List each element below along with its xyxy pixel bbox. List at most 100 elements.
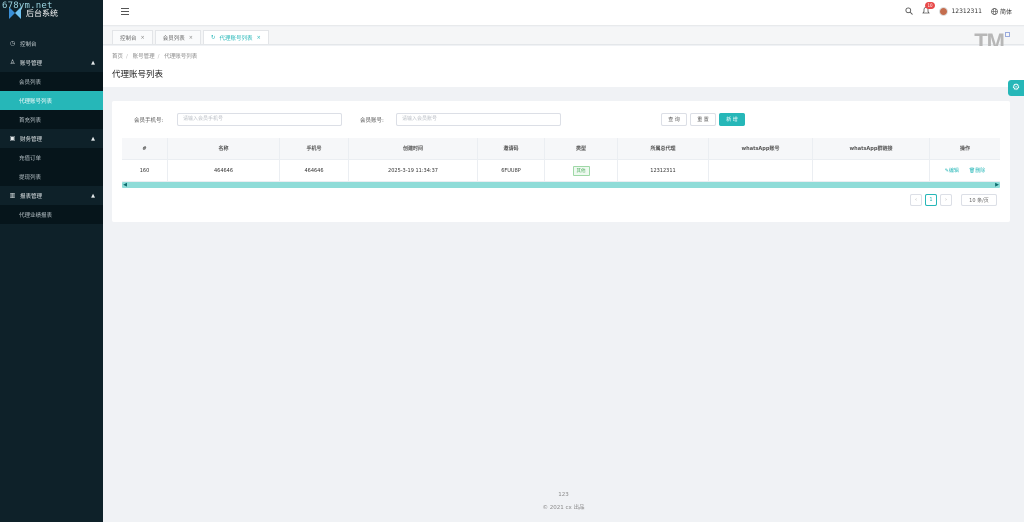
notification-bell[interactable]: 10 xyxy=(922,2,935,16)
gear-icon: ⚙ xyxy=(1011,83,1021,93)
chart-icon: ▥ xyxy=(9,192,16,199)
pagination: ‹ 1 › 10 条/页 xyxy=(910,194,997,206)
user-icon: ♙ xyxy=(9,59,16,66)
language-switch[interactable]: 简体 xyxy=(991,7,1012,16)
chevron-left-icon: ‹ xyxy=(915,197,917,203)
avatar xyxy=(939,6,949,16)
username: 12312311 xyxy=(951,7,982,15)
column-header[interactable]: # xyxy=(122,138,168,159)
add-button[interactable]: 新 增 xyxy=(719,113,745,126)
close-icon[interactable]: × xyxy=(189,35,193,41)
tabs-bar: 控制台 × 会员列表 × ↻ 代理账号列表 × xyxy=(103,27,1024,45)
sidebar-item-first-recharge[interactable]: 首充列表 xyxy=(0,110,103,129)
edit-button[interactable]: ✎编辑 xyxy=(945,167,959,174)
account-label: 会员账号: xyxy=(360,118,384,124)
search-icon[interactable] xyxy=(905,7,914,15)
column-header[interactable]: 所属总代理 xyxy=(618,138,709,159)
search-form: 会员手机号: 请输入会员手机号 会员账号: 请输入会员账号 查 询 重 置 新 … xyxy=(112,113,1010,127)
column-header[interactable]: 名称 xyxy=(168,138,280,159)
close-icon[interactable]: × xyxy=(257,35,261,41)
query-button[interactable]: 查 询 xyxy=(661,113,687,126)
globe-icon xyxy=(991,7,998,15)
column-header[interactable]: 创建时间 xyxy=(349,138,478,159)
cell-type: 其他 xyxy=(545,160,618,181)
sidebar-item-label: 代理账号列表 xyxy=(19,98,53,105)
tab-label: 代理账号列表 xyxy=(219,35,253,42)
tab-members[interactable]: 会员列表 × xyxy=(154,30,201,44)
column-header[interactable]: 类型 xyxy=(545,138,618,159)
tab-label: 控制台 xyxy=(120,35,137,42)
phone-label: 会员手机号: xyxy=(134,118,164,124)
scroll-right-icon[interactable]: ▶ xyxy=(994,182,1000,188)
tab-label: 会员列表 xyxy=(162,35,185,42)
sidebar-menu: ◷ 控制台 ♙ 账号管理 ▲ 会员列表 代理账号列表 首充列表 ▣ 财务管理 ▲… xyxy=(0,34,103,224)
sidebar-item-agent-accounts[interactable]: 代理账号列表 xyxy=(0,91,103,110)
cell-created: 2025-3-19 11:34:37 xyxy=(349,160,478,181)
breadcrumb-item[interactable]: 账号管理 xyxy=(133,54,155,60)
sidebar: 后台系统 678ym.net ◷ 控制台 ♙ 账号管理 ▲ 会员列表 代理账号列… xyxy=(0,0,103,522)
sidebar-item-label: 提现列表 xyxy=(19,174,42,181)
tab-agent-accounts[interactable]: ↻ 代理账号列表 × xyxy=(202,30,269,44)
breadcrumb-item: 代理账号列表 xyxy=(164,54,198,60)
brand: 后台系统 678ym.net xyxy=(0,0,103,26)
table-row[interactable]: 160 464646 464646 2025-3-19 11:34:37 6FU… xyxy=(122,160,1000,182)
cell-invite-code: 6FUU8P xyxy=(478,160,545,181)
column-header[interactable]: whatsApp账号 xyxy=(709,138,813,159)
table-header: # 名称 手机号 创建时间 邀请码 类型 所属总代理 whatsApp账号 wh… xyxy=(122,138,1000,160)
column-header[interactable]: whatsApp群链接 xyxy=(813,138,930,159)
column-header[interactable]: 手机号 xyxy=(280,138,349,159)
phone-search-input[interactable]: 请输入会员手机号 xyxy=(177,113,342,126)
footer-line: 123 xyxy=(558,492,569,498)
type-tag: 其他 xyxy=(572,165,590,176)
sidebar-item-label: 财务管理 xyxy=(20,136,43,143)
sidebar-item-label: 代理业绩报表 xyxy=(19,212,53,219)
user-menu[interactable]: 12312311 xyxy=(939,6,982,16)
close-icon[interactable]: × xyxy=(141,35,145,41)
edit-label: 编辑 xyxy=(948,168,959,174)
sidebar-group-accounts[interactable]: ♙ 账号管理 ▲ xyxy=(0,53,103,72)
notification-badge: 10 xyxy=(925,2,935,9)
sidebar-item-recharge-orders[interactable]: 充值订单 xyxy=(0,148,103,167)
scroll-left-icon[interactable]: ◀ xyxy=(122,182,128,188)
account-search-input[interactable]: 请输入会员账号 xyxy=(396,113,561,126)
sidebar-item-dashboard[interactable]: ◷ 控制台 xyxy=(0,34,103,53)
cell-name: 464646 xyxy=(168,160,280,181)
delete-button[interactable]: 🗑删除 xyxy=(969,167,985,174)
column-header: 操作 xyxy=(959,146,970,152)
finance-icon: ▣ xyxy=(9,135,16,142)
footer: 123 © 2021 cx 出品 xyxy=(103,492,1024,516)
sidebar-item-label: 首充列表 xyxy=(19,117,42,124)
refresh-icon[interactable]: ↻ xyxy=(211,35,216,41)
sidebar-item-agent-report[interactable]: 代理业绩报表 xyxy=(0,205,103,224)
cell-actions: ✎编辑 🗑删除 xyxy=(930,160,1000,181)
next-page-button[interactable]: › xyxy=(940,194,952,206)
lock-icon[interactable] xyxy=(1005,32,1010,37)
topbar-right: 10 12312311 简体 xyxy=(905,2,1012,16)
breadcrumb-item[interactable]: 首页 xyxy=(112,54,123,60)
horizontal-scrollbar[interactable]: ◀ ▶ xyxy=(122,182,1000,188)
page-title: 代理账号列表 xyxy=(112,70,164,80)
cell-phone: 464646 xyxy=(280,160,349,181)
column-header[interactable]: 邀请码 xyxy=(478,138,545,159)
sidebar-item-members[interactable]: 会员列表 xyxy=(0,72,103,91)
settings-gear-button[interactable]: ⚙ xyxy=(1008,80,1024,96)
dashboard-icon: ◷ xyxy=(9,40,16,47)
cell-whatsapp-link xyxy=(813,160,930,181)
page-size-select[interactable]: 10 条/页 xyxy=(961,194,997,206)
breadcrumb: 首页 / 账号管理 / 代理账号列表 xyxy=(112,54,198,60)
menu-toggle-icon[interactable] xyxy=(121,8,129,16)
agent-table: # 名称 手机号 创建时间 邀请码 类型 所属总代理 whatsApp账号 wh… xyxy=(122,138,1000,182)
tab-dashboard[interactable]: 控制台 × xyxy=(112,30,153,44)
chevron-up-icon: ▲ xyxy=(91,135,95,142)
language-label: 简体 xyxy=(999,8,1012,16)
sidebar-group-finance[interactable]: ▣ 财务管理 ▲ xyxy=(0,129,103,148)
content-card: 会员手机号: 请输入会员手机号 会员账号: 请输入会员账号 查 询 重 置 新 … xyxy=(112,101,1010,222)
sidebar-group-reports[interactable]: ▥ 报表管理 ▲ xyxy=(0,186,103,205)
reset-button[interactable]: 重 置 xyxy=(690,113,716,126)
prev-page-button[interactable]: ‹ xyxy=(910,194,922,206)
page-number-button[interactable]: 1 xyxy=(925,194,937,206)
chevron-up-icon: ▲ xyxy=(91,192,95,199)
chevron-up-icon: ▲ xyxy=(91,59,95,66)
watermark: 678ym.net xyxy=(2,1,53,11)
sidebar-item-withdrawals[interactable]: 提现列表 xyxy=(0,167,103,186)
